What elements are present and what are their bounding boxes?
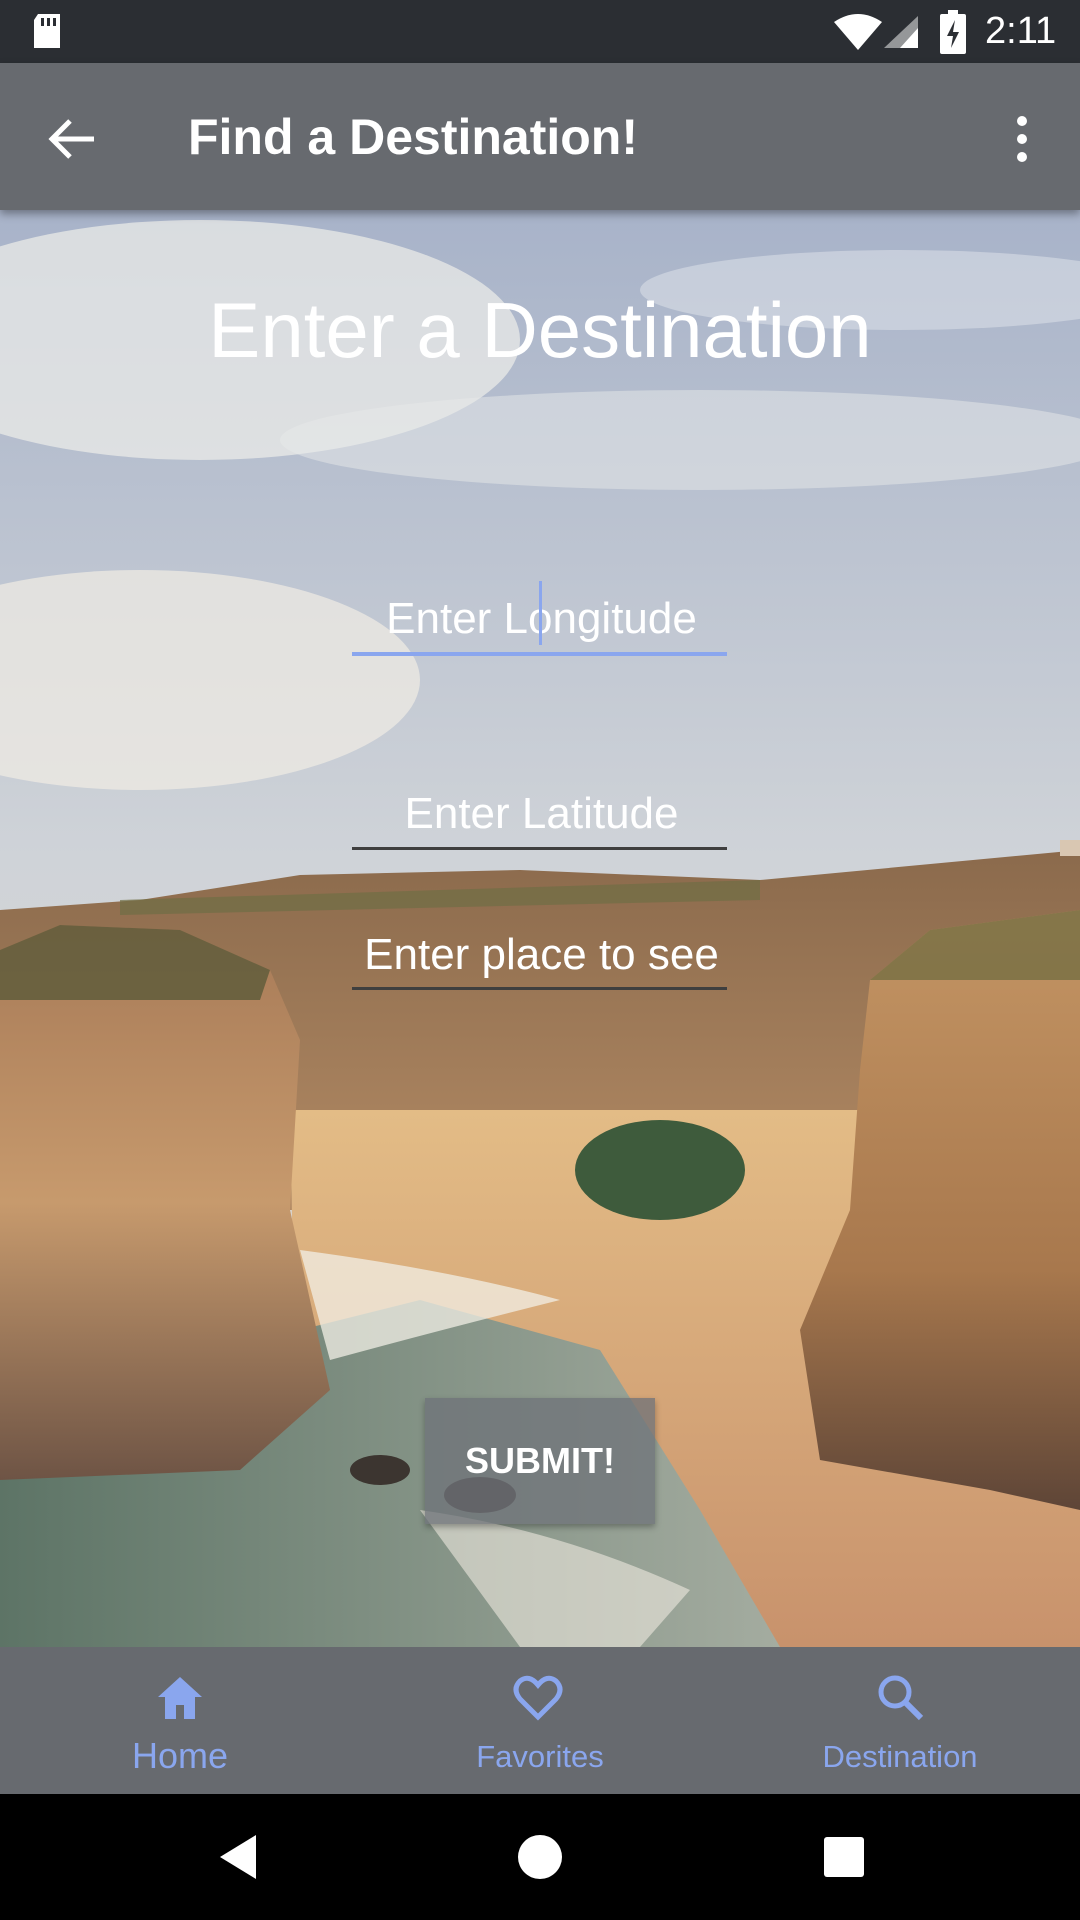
nav-label-destination: Destination [822, 1739, 978, 1774]
latitude-input[interactable] [352, 783, 731, 845]
system-navigation-bar [0, 1794, 1080, 1920]
latitude-underline [352, 847, 727, 850]
sd-card-icon [34, 14, 60, 48]
nav-item-destination[interactable]: Destination [720, 1647, 1080, 1794]
wifi-icon [834, 14, 882, 50]
app-bar-title: Find a Destination! [188, 109, 638, 165]
nav-item-home[interactable]: Home [0, 1647, 360, 1794]
submit-button[interactable]: SUBMIT! [425, 1398, 655, 1524]
status-bar: 2:11 [0, 0, 1080, 63]
back-button[interactable] [38, 103, 110, 175]
home-icon [158, 1677, 202, 1719]
place-input[interactable] [352, 924, 731, 986]
page-heading: Enter a Destination [208, 286, 872, 374]
nav-label-home: Home [131, 1735, 229, 1776]
arrow-back-icon [48, 119, 94, 159]
longitude-underline [352, 652, 727, 656]
bottom-navigation: Home Favorites Destination [0, 1647, 1080, 1794]
overflow-menu-button[interactable] [1000, 103, 1044, 175]
more-vert-icon [1017, 116, 1027, 162]
recents-square-icon[interactable] [816, 1829, 872, 1885]
battery-charging-icon [940, 10, 966, 54]
signal-icon [884, 16, 918, 48]
text-cursor [539, 581, 542, 645]
place-underline [352, 987, 727, 990]
search-icon [878, 1675, 924, 1721]
nav-item-favorites[interactable]: Favorites [360, 1647, 720, 1794]
nav-label-favorites: Favorites [476, 1739, 604, 1774]
home-circle-icon[interactable] [512, 1829, 568, 1885]
app-bar: Find a Destination! [0, 63, 1080, 210]
heart-outline-icon [513, 1675, 563, 1721]
status-time: 2:11 [985, 10, 1057, 52]
back-triangle-icon[interactable] [212, 1829, 268, 1885]
